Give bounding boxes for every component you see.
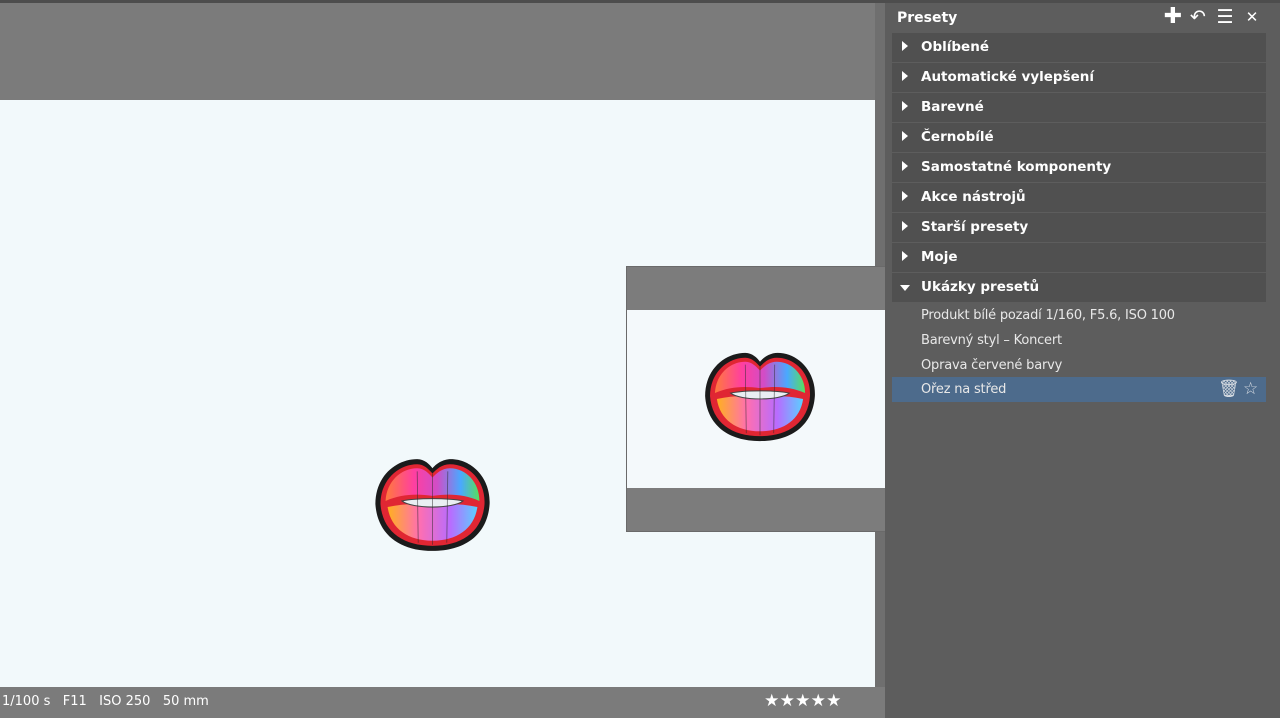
category-samostatne-komponenty[interactable]: Samostatné komponenty <box>892 153 1266 182</box>
rating-star-icon[interactable]: ★ <box>780 690 796 712</box>
category-label: Automatické vylepšení <box>921 69 1094 85</box>
rating-star-icon[interactable]: ★ <box>764 690 780 712</box>
category-label: Samostatné komponenty <box>921 159 1112 175</box>
expand-arrow-icon <box>902 131 908 141</box>
category-label: Ukázky presetů <box>921 279 1040 295</box>
category-label: Oblíbené <box>921 39 989 55</box>
category-oblibene[interactable]: Oblíbené <box>892 33 1266 62</box>
star-rating[interactable]: ★ ★ ★ ★ ★ <box>764 690 842 712</box>
preset-item[interactable]: Produkt bílé pozadí 1/160, F5.6, ISO 100 <box>892 303 1266 328</box>
category-starsi-presety[interactable]: Starší presety <box>892 213 1266 242</box>
category-moje[interactable]: Moje <box>892 243 1266 272</box>
category-ukazky-presetu[interactable]: Ukázky presetů <box>892 273 1266 302</box>
add-icon[interactable]: ✚ <box>1163 5 1183 29</box>
preset-label: Oprava červené barvy <box>921 358 1063 373</box>
category-cernobile[interactable]: Černobílé <box>892 123 1266 152</box>
expand-arrow-icon <box>902 161 908 171</box>
rating-star-icon[interactable]: ★ <box>811 690 827 712</box>
status-bar: 1/100 s F11 ISO 250 50 mm ★ ★ ★ ★ ★ <box>0 687 885 718</box>
preset-label: Produkt bílé pozadí 1/160, F5.6, ISO 100 <box>921 308 1175 323</box>
presets-panel: Presety ✚ ↶ ☰ ✕ Oblíbené Automatické vyl… <box>885 3 1280 718</box>
lips-patch-preview-image <box>705 352 815 442</box>
preset-preview-popup <box>626 266 891 532</box>
expand-arrow-icon <box>902 251 908 261</box>
expand-arrow-icon <box>902 101 908 111</box>
preset-item[interactable]: Oprava červené barvy <box>892 353 1266 378</box>
exif-info: 1/100 s F11 ISO 250 50 mm <box>2 694 209 709</box>
category-label: Barevné <box>921 99 984 115</box>
panel-title: Presety <box>897 10 958 26</box>
expand-arrow-icon <box>902 221 908 231</box>
preset-item[interactable]: Barevný styl – Koncert <box>892 328 1266 353</box>
category-label: Akce nástrojů <box>921 189 1026 205</box>
expand-arrow-icon <box>902 41 908 51</box>
rating-star-icon[interactable]: ★ <box>795 690 811 712</box>
rating-star-icon[interactable]: ★ <box>826 690 842 712</box>
panel-header: Presety ✚ ↶ ☰ ✕ <box>885 3 1280 33</box>
category-label: Starší presety <box>921 219 1029 235</box>
trash-icon[interactable]: 🗑 <box>1218 379 1240 399</box>
undo-icon[interactable]: ↶ <box>1188 5 1208 29</box>
favorite-star-icon[interactable]: ☆ <box>1243 379 1258 399</box>
close-icon[interactable]: ✕ <box>1243 5 1261 29</box>
collapse-arrow-icon <box>900 285 910 291</box>
lips-patch-image <box>375 459 490 551</box>
category-akce-nastroju[interactable]: Akce nástrojů <box>892 183 1266 212</box>
expand-arrow-icon <box>902 191 908 201</box>
category-label: Černobílé <box>921 129 994 145</box>
preset-item-selected[interactable]: Ořez na střed 🗑 ☆ <box>892 377 1266 402</box>
category-label: Moje <box>921 249 958 265</box>
preset-label: Ořez na střed <box>921 382 1007 397</box>
preview-photo <box>627 310 891 488</box>
category-automaticke-vylepseni[interactable]: Automatické vylepšení <box>892 63 1266 92</box>
menu-icon[interactable]: ☰ <box>1215 5 1235 29</box>
category-barevne[interactable]: Barevné <box>892 93 1266 122</box>
expand-arrow-icon <box>902 71 908 81</box>
preset-label: Barevný styl – Koncert <box>921 333 1062 348</box>
